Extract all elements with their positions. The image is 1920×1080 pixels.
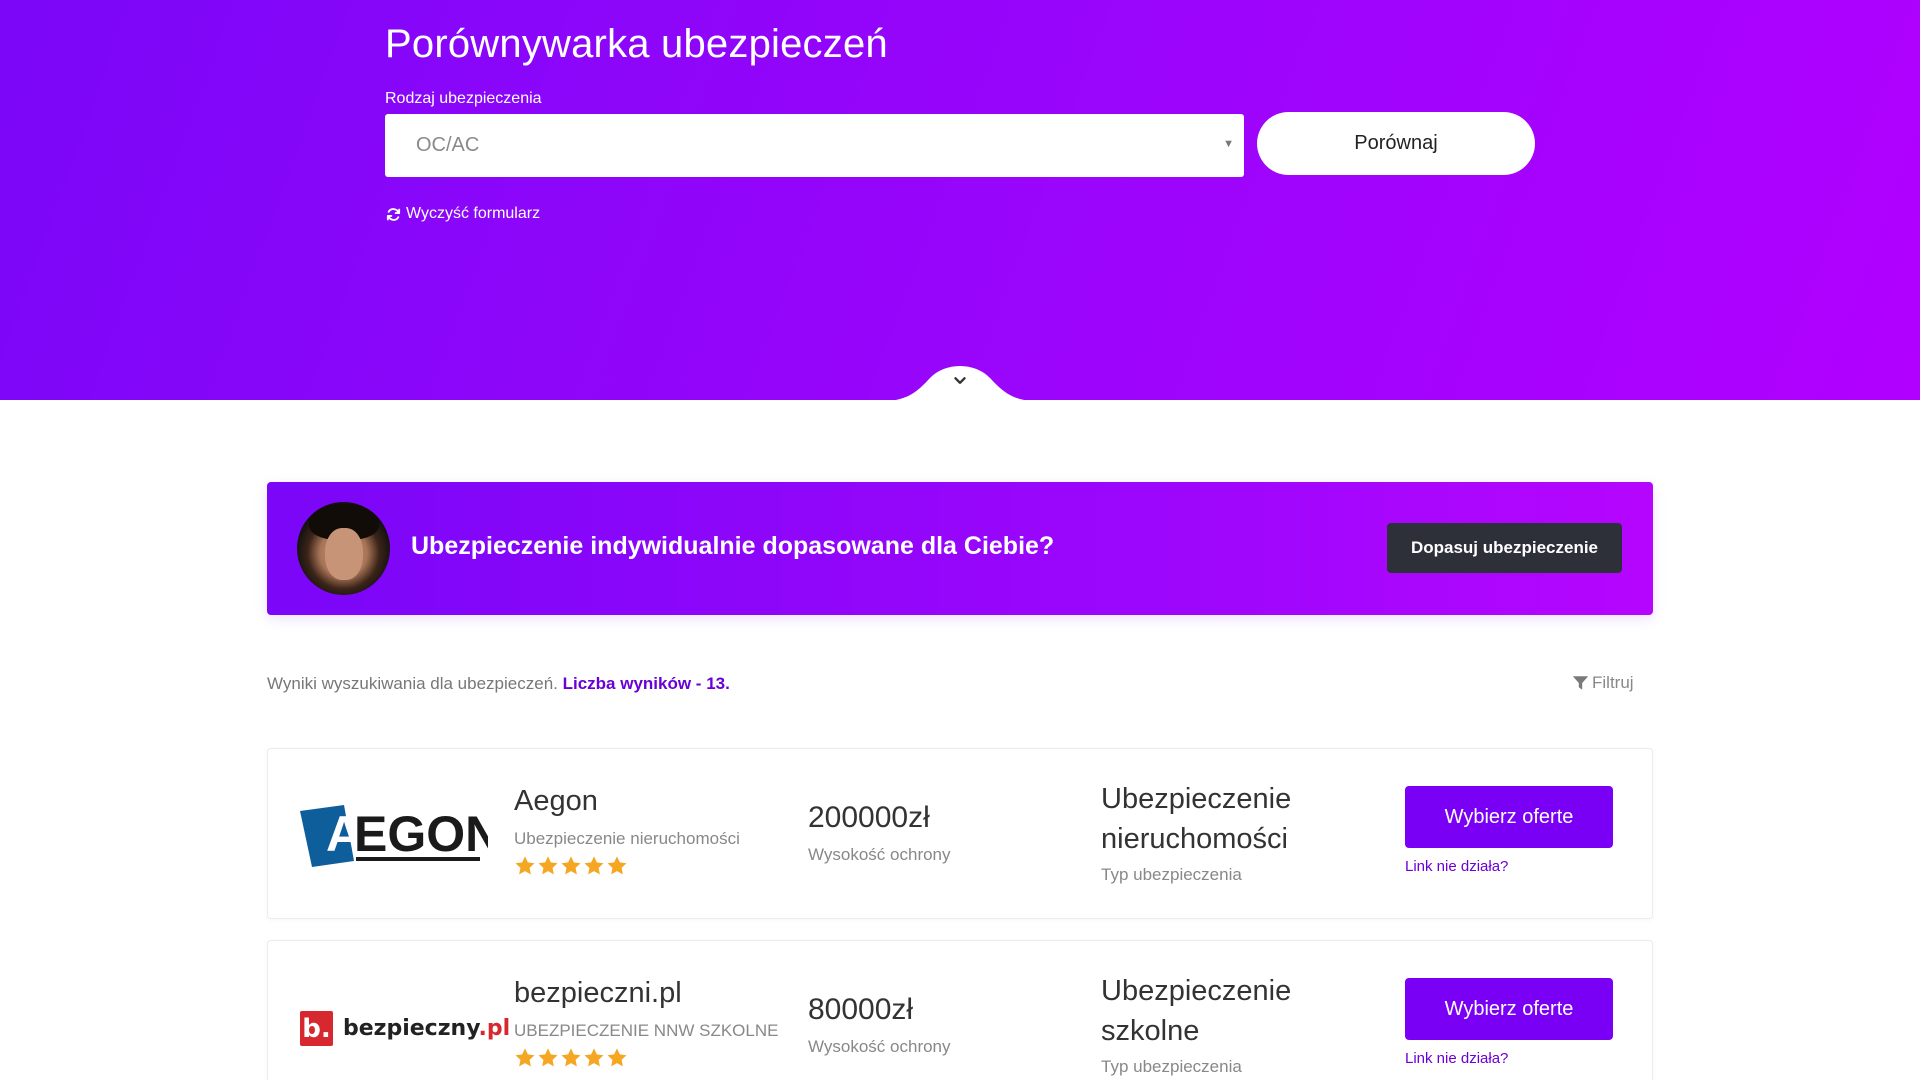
bezpieczny-logo: b. bezpieczny.pl [298, 991, 510, 1066]
caret-down-icon: ▼ [1223, 138, 1234, 150]
coverage-amount-label: Wysokość ochrony [808, 845, 951, 864]
filter-icon [1572, 676, 1589, 690]
bezpieczny-logo-letter: b. [300, 1011, 333, 1046]
promo-text: Ubezpieczenie indywidualnie dopasowane d… [411, 532, 1055, 560]
star-icon [538, 1048, 558, 1067]
insurance-type-select-value: OC/AC [416, 134, 480, 156]
star-icon [538, 856, 558, 875]
insurance-type-label: Rodzaj ubezpieczenia [385, 90, 542, 107]
offer-subtitle: UBEZPIECZENIE NNW SZKOLNE [514, 1021, 779, 1040]
coverage-amount-label: Wysokość ochrony [808, 1037, 951, 1056]
match-insurance-button[interactable]: Dopasuj ubezpieczenie [1387, 523, 1622, 573]
offer-card: b. bezpieczny.pl bezpieczni.pl UBEZPIECZ… [267, 940, 1653, 1080]
broken-link-report[interactable]: Link nie działa? [1405, 858, 1508, 875]
refresh-icon [386, 207, 401, 221]
insurance-type-label: Typ ubezpieczenia [1101, 1057, 1242, 1076]
bezpieczny-logo-text: bezpieczny.pl [343, 1016, 510, 1041]
broken-link-report[interactable]: Link nie działa? [1405, 1050, 1508, 1067]
star-icon [515, 856, 535, 875]
compare-button[interactable]: Porównaj [1257, 112, 1535, 175]
coverage-amount: 200000zł [808, 801, 930, 834]
hero-section: Porównywarka ubezpieczeń Rodzaj ubezpiec… [0, 0, 1920, 400]
bezpieczny-logo-suffix: .pl [478, 1016, 511, 1041]
insurance-type: Ubezpieczenie nieruchomości [1101, 783, 1292, 855]
filter-button[interactable]: Filtruj [1572, 673, 1634, 693]
star-icon [515, 1048, 535, 1067]
chevron-down-icon[interactable] [951, 372, 969, 390]
results-count: Liczba wyników - 13. [562, 674, 730, 693]
aegon-logo-letters: EGON [354, 806, 488, 862]
star-icon [561, 856, 581, 875]
company-name: Aegon [514, 785, 598, 817]
bezpieczny-logo-main: bezpieczny [343, 1016, 479, 1041]
promo-banner: Ubezpieczenie indywidualnie dopasowane d… [267, 482, 1653, 615]
coverage-amount: 80000zł [808, 993, 914, 1026]
clear-form-link[interactable]: Wyczyść formularz [385, 205, 540, 223]
company-name: bezpieczni.pl [514, 977, 682, 1009]
rating-stars [514, 1047, 629, 1069]
insurance-type-label: Typ ubezpieczenia [1101, 865, 1242, 884]
choose-offer-button[interactable]: Wybierz oferte [1405, 786, 1613, 848]
insurance-type-select[interactable]: OC/AC ▼ [385, 114, 1244, 177]
star-icon [584, 856, 604, 875]
bezpieczny-logo-mark: b. bezpieczny.pl [300, 1011, 510, 1046]
star-icon [584, 1048, 604, 1067]
aegon-logo-mark: A EGON [300, 805, 488, 867]
insurance-type: Ubezpieczenie szkolne [1101, 975, 1292, 1047]
star-icon [607, 856, 627, 875]
avatar-face [325, 528, 363, 580]
advisor-avatar [297, 502, 390, 595]
clear-form-label: Wyczyść formularz [406, 205, 541, 222]
results-summary: Wyniki wyszukiwania dla ubezpieczeń. Lic… [267, 674, 730, 694]
aegon-logo: A EGON [298, 799, 488, 874]
results-summary-text: Wyniki wyszukiwania dla ubezpieczeń. [267, 674, 558, 693]
rating-stars [514, 855, 629, 877]
page-title: Porównywarka ubezpieczeń [385, 22, 888, 66]
star-icon [561, 1048, 581, 1067]
star-icon [607, 1048, 627, 1067]
offer-card: A EGON Aegon Ubezpieczenie nieruchomości… [267, 748, 1653, 919]
choose-offer-button[interactable]: Wybierz oferte [1405, 978, 1613, 1040]
offer-subtitle: Ubezpieczenie nieruchomości [514, 829, 740, 848]
filter-label: Filtruj [1592, 673, 1634, 692]
